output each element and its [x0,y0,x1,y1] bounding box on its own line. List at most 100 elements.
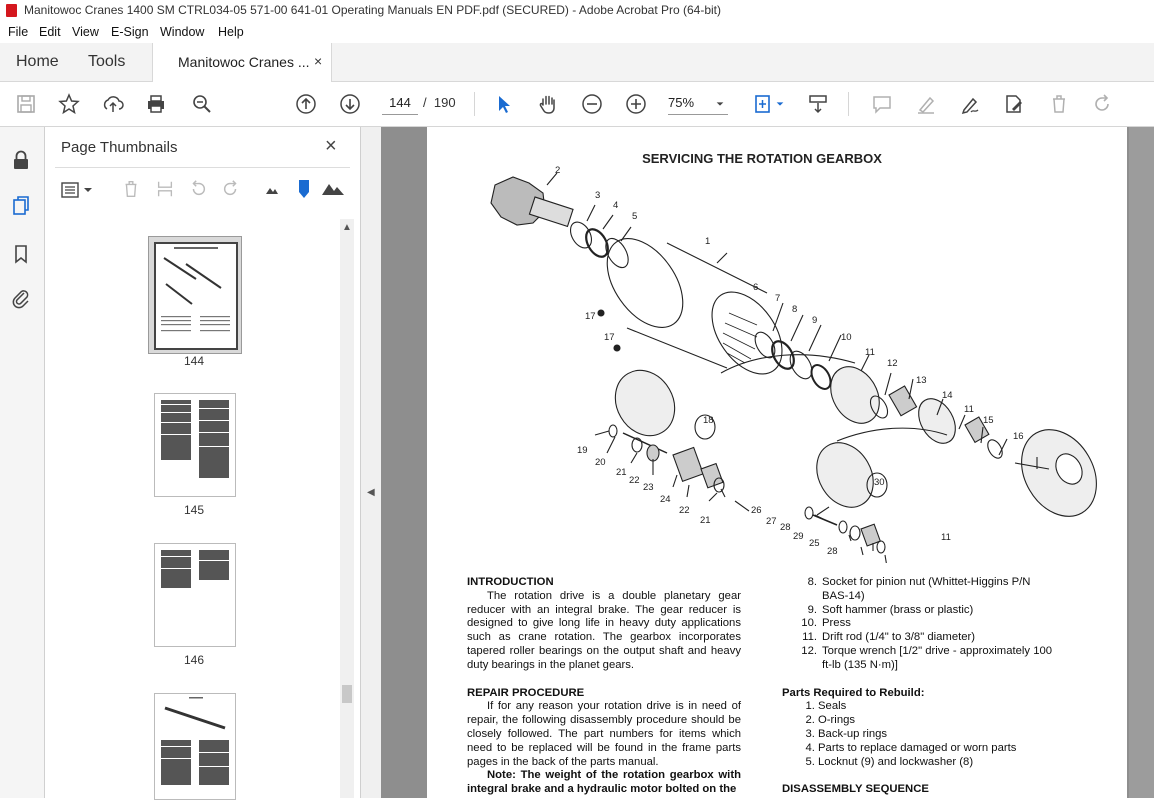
thumbnail-label-146: 146 [183,653,205,667]
callout-11a: 11 [865,347,875,358]
rotate-ccw-icon[interactable] [188,179,208,202]
right-text-column: 8. Socket for pinion nut (Whittet-Higgins… [782,576,1058,797]
intro-heading: INTRODUCTION [467,576,554,588]
callout-14: 14 [942,390,953,401]
page-number-input[interactable]: 144 [382,92,418,115]
thumbnail-page-145[interactable] [154,393,236,497]
tab-home[interactable]: Home [16,53,59,71]
extract-page-icon[interactable] [155,179,175,202]
parts-heading: Parts Required to Rebuild: [782,686,925,699]
zoom-search-icon[interactable] [190,92,214,116]
tool-item: 10. Press [801,617,851,630]
menu-help[interactable]: Help [218,25,244,39]
panel-collapse-bar[interactable]: ◀ [361,127,381,798]
fit-page-icon[interactable] [751,92,775,116]
menu-window[interactable]: Window [160,25,204,39]
scroll-up-icon[interactable]: ▲ [342,222,352,233]
next-page-icon[interactable] [338,92,362,116]
highlight-pen-icon[interactable] [914,92,938,116]
tool-item: 9. Soft hammer (brass or plastic) [807,603,974,616]
thumbnail-page-147[interactable] [154,693,236,800]
thumbnail-page-144[interactable] [154,242,238,350]
menu-esign[interactable]: E-Sign [111,25,149,39]
bookmark-star-icon[interactable] [57,92,81,116]
intro-paragraph: The rotation drive is a double planetary… [467,589,741,671]
menu-file[interactable]: File [8,25,28,39]
menu-edit[interactable]: Edit [39,25,61,39]
bookmarks-icon[interactable] [10,243,32,268]
zoom-in-icon[interactable] [624,92,648,116]
menu-bar: File Edit View E-Sign Window Help [0,22,1154,43]
window-title: Manitowoc Cranes 1400 SM CTRL034-05 571-… [24,3,722,17]
callout-2: 2 [555,165,561,176]
left-text-column: INTRODUCTION The rotation drive is a dou… [467,576,741,797]
disassembly-heading: DISASSEMBLY SEQUENCE [782,783,929,796]
zoom-level-input[interactable]: 75% [668,92,728,115]
callout-6: 6 [753,282,759,293]
thumbnails-scroll-thumb[interactable] [342,685,352,703]
callout-7: 7 [775,293,781,304]
select-cursor-icon[interactable] [492,92,516,116]
parts-item: Parts to replace damaged or worn parts [818,742,1058,756]
callout-22a: 22 [629,475,640,486]
hand-tool-icon[interactable] [536,92,560,116]
panel-title: Page Thumbnails [61,139,178,156]
redo-icon[interactable] [1090,92,1114,116]
callout-12: 12 [887,358,898,369]
thumbnail-label-145: 145 [183,503,205,517]
callout-16: 16 [1013,431,1024,442]
rotate-cw-icon[interactable] [221,179,241,202]
parts-item: Locknut (9) and lockwasher (8) [818,756,1058,770]
callout-8: 8 [792,304,798,315]
delete-page-icon[interactable] [121,179,141,202]
tab-document-label: Manitowoc Cranes ... [178,54,310,70]
tab-close-icon[interactable]: × [314,53,322,69]
page-thumbnails-panel: Page Thumbnails × ▲ 144 145 146 [45,127,361,800]
gearbox-exploded-diagram [490,172,1097,563]
callout-11c: 11 [941,532,951,543]
lock-icon[interactable] [10,149,32,174]
callout-17b: 17 [604,332,615,343]
panel-close-icon[interactable]: × [325,135,337,158]
thumbnail-smaller-icon[interactable] [265,183,279,198]
previous-page-icon[interactable] [294,92,318,116]
menu-view[interactable]: View [72,25,99,39]
callout-30: 30 [874,477,885,488]
callout-19: 19 [577,445,588,456]
callout-22b: 22 [679,505,690,516]
callout-17a: 17 [585,311,596,322]
thumbnail-options-icon[interactable] [61,181,93,202]
callout-15: 15 [983,415,994,426]
comment-icon[interactable] [870,92,894,116]
print-icon[interactable] [144,92,168,116]
title-bar: Manitowoc Cranes 1400 SM CTRL034-05 571-… [0,0,1154,22]
callout-3: 3 [595,190,601,201]
delete-trash-icon[interactable] [1047,92,1071,116]
collapse-arrow-icon[interactable]: ◀ [367,487,375,498]
callout-27: 27 [766,516,777,527]
page-thumbnails-icon[interactable] [10,195,32,220]
thumbnail-larger-icon[interactable] [321,180,345,199]
callout-20: 20 [595,457,606,468]
thumbnail-page-146[interactable] [154,543,236,647]
thumbnails-scrollbar[interactable] [340,219,354,798]
edit-document-icon[interactable] [1002,92,1026,116]
fit-chevron-down-icon[interactable] [774,92,786,116]
callout-21a: 21 [616,467,627,478]
callout-28a: 28 [780,522,791,533]
sign-pen-icon[interactable] [958,92,982,116]
scroll-mode-icon[interactable] [806,92,830,116]
zoom-out-icon[interactable] [580,92,604,116]
repair-paragraph: If for any reason your rotation drive is… [467,700,741,768]
share-upload-icon[interactable] [101,92,125,116]
attachments-paperclip-icon[interactable] [10,287,32,312]
tab-tools[interactable]: Tools [88,53,125,71]
tool-item: 11. Drift rod (1/4" to 3/8" diameter) [802,631,976,644]
tool-item: 12. Torque wrench [1/2" drive - approxima… [801,644,1053,671]
parts-item: Back-up rings [818,728,1058,742]
callout-26: 26 [751,505,762,516]
thumbnail-size-slider-icon[interactable] [298,179,310,202]
tab-document[interactable]: Manitowoc Cranes ... × [152,43,332,82]
acrobat-icon [6,4,17,17]
save-icon[interactable] [14,92,38,116]
